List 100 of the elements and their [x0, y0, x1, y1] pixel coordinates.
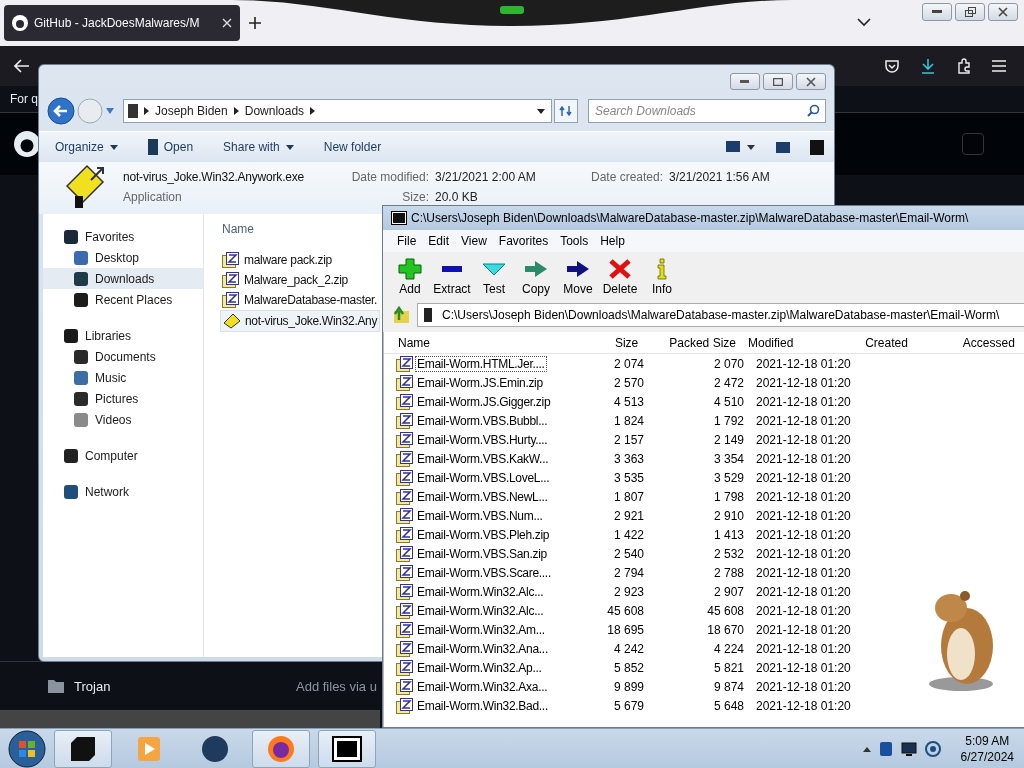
tray-app-icon[interactable]: [878, 740, 893, 757]
nav-item[interactable]: Videos: [43, 409, 203, 430]
github-icon[interactable]: [14, 131, 40, 157]
folder-link[interactable]: Trojan: [74, 678, 286, 694]
column-header[interactable]: Created: [865, 335, 963, 350]
toolbar-button[interactable]: New folder: [323, 140, 382, 154]
download-entry[interactable]: Malware_pack_2.zip: [220, 270, 350, 290]
toolbar-button[interactable]: Share with: [223, 140, 294, 154]
scrollbar[interactable]: [0, 710, 380, 728]
nav-item[interactable]: Music: [43, 367, 203, 388]
column-header[interactable]: Packed Size: [638, 335, 736, 350]
toolbar-button[interactable]: Open: [147, 139, 194, 155]
archive-entry[interactable]: Email-Worm.Win32.Alc...: [415, 602, 546, 619]
toolbar-button[interactable]: Copy: [517, 258, 555, 296]
menu-item[interactable]: Edit: [422, 234, 456, 248]
download-entry[interactable]: MalwareDatabase-master.: [220, 290, 380, 310]
back-icon[interactable]: [14, 59, 30, 73]
menu-item[interactable]: Favorites: [492, 234, 555, 248]
nav-item[interactable]: Favorites: [43, 226, 203, 247]
column-header[interactable]: Modified: [735, 335, 866, 350]
toolbar-button[interactable]: Info: [643, 258, 681, 296]
archive-entry[interactable]: Email-Worm.VBS.Num...: [415, 507, 545, 524]
toolbar-button[interactable]: Move: [559, 258, 597, 296]
archive-entry[interactable]: Email-Worm.JS.Gigger.zip: [415, 393, 553, 410]
refresh-button[interactable]: [554, 99, 578, 123]
nav-item[interactable]: Recent Places: [43, 289, 203, 310]
view-icon[interactable]: [726, 141, 756, 153]
toolbar-button[interactable]: Add: [391, 258, 429, 296]
archive-entry[interactable]: Email-Worm.JS.Emin.zip: [415, 374, 545, 391]
menu-item[interactable]: File: [391, 234, 423, 248]
taskbar-app[interactable]: [252, 729, 310, 768]
nav-item[interactable]: Pictures: [43, 388, 203, 409]
nav-item[interactable]: Libraries: [43, 325, 203, 346]
column-header[interactable]: Size: [567, 335, 639, 350]
restore-button[interactable]: [955, 3, 985, 21]
download-entry[interactable]: not-virus_Joke.Win32.Any: [220, 310, 381, 332]
archive-entry[interactable]: Email-Worm.Win32.Alc...: [415, 583, 546, 600]
start-button[interactable]: [8, 729, 46, 768]
close-button[interactable]: [988, 3, 1018, 21]
nav-item[interactable]: Downloads: [43, 268, 203, 289]
archive-entry[interactable]: Email-Worm.Win32.Bad...: [415, 697, 550, 714]
archive-entry[interactable]: Email-Worm.VBS.Hurty....: [415, 431, 550, 448]
chevron-icon[interactable]: [233, 107, 239, 115]
archive-entry[interactable]: Email-Worm.HTML.Jer....: [415, 355, 547, 372]
commit-message[interactable]: Add files via u: [296, 678, 377, 694]
toolbar-button[interactable]: Organize: [55, 140, 118, 154]
close-button[interactable]: [796, 73, 826, 90]
column-header[interactable]: Name: [384, 335, 567, 350]
archive-entry[interactable]: Email-Worm.VBS.Bubbl...: [415, 412, 550, 429]
menu-item[interactable]: View: [455, 234, 493, 248]
column-header[interactable]: Accessed: [962, 335, 1024, 350]
nav-item[interactable]: Desktop: [43, 247, 203, 268]
toolbar-button[interactable]: Test: [475, 258, 513, 296]
clock-time[interactable]: 5:09 AM: [965, 733, 1010, 748]
nav-item[interactable]: Documents: [43, 346, 203, 367]
archive-entry[interactable]: Email-Worm.VBS.Pleh.zip: [415, 526, 552, 543]
extensions-icon[interactable]: [956, 58, 972, 74]
browser-tab[interactable]: GitHub - JackDoesMalwares/M: [4, 5, 240, 41]
volume-icon[interactable]: [924, 740, 941, 757]
menu-icon[interactable]: [992, 60, 1006, 72]
download-entry[interactable]: malware pack.zip: [220, 250, 334, 270]
archive-entry[interactable]: Email-Worm.VBS.NewL...: [415, 488, 550, 505]
dropdown-caret-icon[interactable]: [537, 108, 545, 114]
archive-entry[interactable]: Email-Worm.Win32.Ana...: [415, 640, 550, 657]
back-button[interactable]: [47, 97, 75, 125]
toolbar-button[interactable]: Delete: [601, 258, 639, 296]
new-tab-icon[interactable]: [248, 16, 262, 30]
history-caret-icon[interactable]: [105, 107, 115, 115]
up-folder-button[interactable]: [393, 306, 411, 324]
clock-date[interactable]: 6/27/2024: [960, 749, 1014, 764]
tray-expand-icon[interactable]: [862, 745, 871, 752]
archive-entry[interactable]: Email-Worm.VBS.KakW...: [415, 450, 551, 467]
minimize-button[interactable]: [730, 73, 760, 90]
archive-entry[interactable]: Email-Worm.VBS.San.zip: [415, 545, 549, 562]
nav-item[interactable]: Computer: [43, 445, 203, 466]
archive-entry[interactable]: Email-Worm.Win32.Am...: [415, 621, 547, 638]
pocket-icon[interactable]: [884, 58, 900, 74]
maximize-button[interactable]: [763, 73, 793, 90]
archive-entry[interactable]: Email-Worm.VBS.Scare....: [415, 564, 553, 581]
archive-entry[interactable]: Email-Worm.VBS.LoveL...: [415, 469, 552, 486]
archive-entry[interactable]: Email-Worm.Win32.Axa...: [415, 678, 550, 695]
download-icon[interactable]: [920, 58, 936, 74]
monitor-icon[interactable]: [900, 741, 917, 756]
chevron-icon[interactable]: [310, 107, 316, 115]
minimize-button[interactable]: [922, 3, 952, 21]
preview-pane-icon[interactable]: [776, 141, 790, 153]
tab-list-icon[interactable]: [857, 17, 871, 27]
taskbar-app[interactable]: [318, 729, 376, 768]
menu-item[interactable]: Help: [594, 234, 631, 248]
breadcrumb-item[interactable]: Joseph Biden: [155, 104, 228, 118]
chevron-icon[interactable]: [144, 107, 149, 115]
close-icon[interactable]: [222, 18, 232, 28]
nav-item[interactable]: Network: [43, 481, 203, 502]
breadcrumb-item[interactable]: Downloads: [244, 104, 305, 118]
search-field[interactable]: [962, 133, 984, 155]
column-header[interactable]: Name: [222, 222, 254, 236]
menu-item[interactable]: Tools: [554, 234, 595, 248]
taskbar-app[interactable]: [54, 729, 112, 768]
archive-entry[interactable]: Email-Worm.Win32.Ap...: [415, 659, 544, 676]
toolbar-button[interactable]: Extract: [433, 258, 471, 296]
